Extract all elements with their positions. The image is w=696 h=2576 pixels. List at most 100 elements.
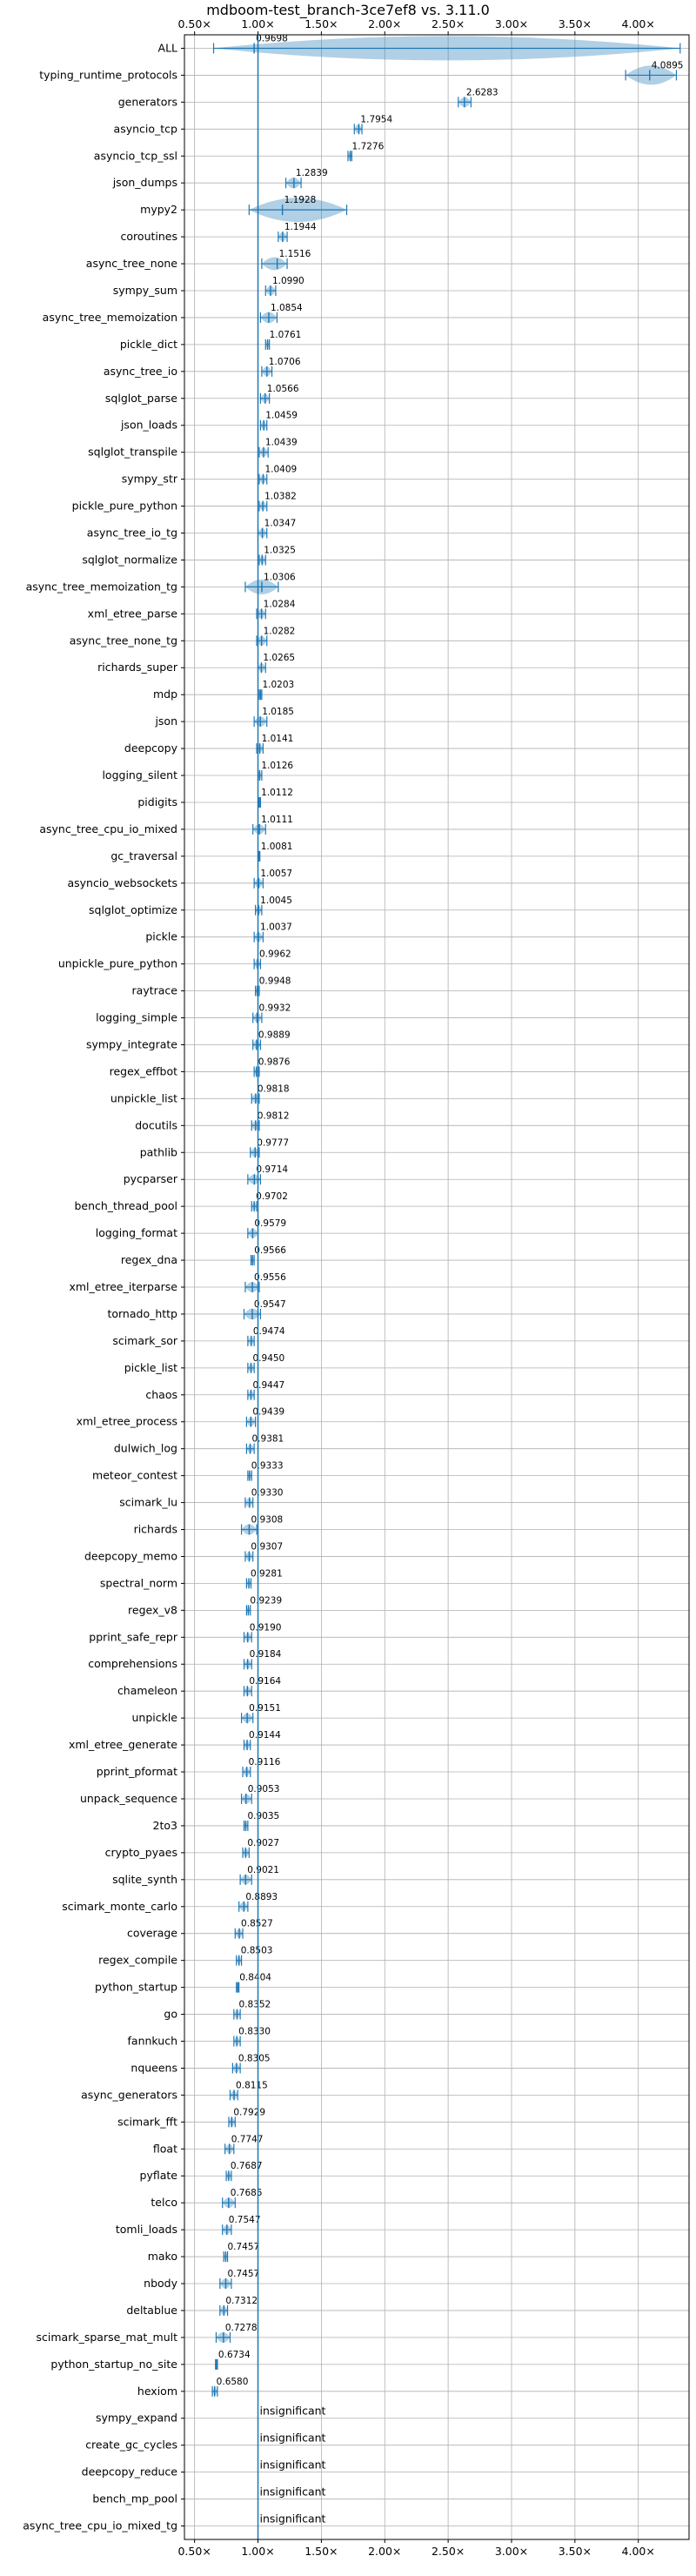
value-label: 0.9889 — [258, 1030, 291, 1040]
category-label: telco — [151, 2196, 177, 2209]
category-label: unpickle — [131, 1711, 177, 1724]
category-label: deepcopy — [124, 741, 178, 755]
category-label: ALL — [158, 41, 178, 54]
value-label: 0.6734 — [218, 2350, 251, 2360]
x-tick-label-top: 1.00× — [241, 17, 274, 30]
category-label: bench_mp_pool — [92, 2492, 177, 2506]
value-label: 0.9164 — [249, 1676, 281, 1687]
category-label: unpickle_list — [110, 1091, 177, 1104]
category-label: sqlite_synth — [112, 1873, 177, 1886]
category-label: bench_thread_pool — [74, 1199, 177, 1212]
category-label: tornado_http — [107, 1307, 177, 1320]
x-tick-label-top: 3.00× — [495, 17, 528, 30]
value-label: 1.0459 — [265, 411, 298, 421]
value-label: 1.0112 — [261, 788, 293, 798]
value-label: 0.9812 — [258, 1110, 290, 1121]
value-label: 0.7457 — [227, 2269, 259, 2279]
value-label: 0.9053 — [248, 1784, 280, 1794]
category-label: pickle — [145, 930, 177, 943]
value-label: 0.8305 — [238, 2053, 271, 2063]
category-label: comprehensions — [88, 1657, 177, 1670]
category-label: pyflate — [140, 2169, 178, 2182]
category-label: xml_etree_process — [77, 1415, 177, 1428]
value-label: 0.9702 — [256, 1191, 288, 1202]
category-label: richards — [134, 1523, 177, 1536]
category-label: scimark_sor — [112, 1334, 177, 1347]
category-label: async_tree_cpu_io_mixed — [39, 822, 177, 835]
category-label: nqueens — [130, 2061, 177, 2074]
category-label: sympy_expand — [96, 2412, 177, 2425]
value-label: 0.9027 — [247, 1838, 279, 1848]
x-tick-label-bottom: 3.00× — [495, 2545, 528, 2558]
value-label: 0.8503 — [241, 1946, 273, 1956]
category-label: typing_runtime_protocols — [39, 68, 177, 81]
category-label: mako — [148, 2250, 177, 2263]
category-label: json — [154, 714, 177, 728]
category-label: async_tree_none_tg — [70, 634, 177, 647]
value-label: 0.8527 — [241, 1919, 273, 1929]
category-label: deltablue — [126, 2304, 177, 2317]
category-label: logging_silent — [102, 768, 177, 782]
value-label: 1.0854 — [271, 303, 303, 313]
category-label: asyncio_websockets — [67, 876, 177, 889]
category-label: pidigits — [137, 795, 177, 808]
category-label: deepcopy_memo — [84, 1549, 177, 1562]
category-label: json_loads — [120, 419, 177, 432]
value-label: 0.6580 — [217, 2377, 249, 2387]
value-label: 0.7929 — [233, 2107, 265, 2117]
value-label: 0.9777 — [257, 1137, 289, 1148]
value-label: 1.0203 — [262, 680, 294, 690]
value-label: 0.9566 — [254, 1245, 286, 1256]
category-label: mdp — [153, 688, 177, 701]
x-tick-label-bottom: 2.50× — [432, 2545, 465, 2558]
category-label: python_startup — [95, 1981, 177, 1994]
category-label: gc_traversal — [110, 849, 177, 862]
category-label: async_tree_memoization — [43, 311, 177, 324]
category-label: hexiom — [137, 2385, 177, 2398]
value-label: 0.7457 — [227, 2242, 259, 2252]
value-label: 1.0306 — [264, 572, 296, 582]
x-tick-label-bottom: 0.50× — [178, 2545, 211, 2558]
category-label: regex_v8 — [128, 1603, 177, 1616]
category-label: python_startup_no_site — [50, 2358, 177, 2371]
value-label: 0.9239 — [250, 1595, 282, 1606]
category-label: go — [164, 2008, 177, 2021]
value-label: 0.8404 — [239, 1973, 271, 1983]
value-label: 0.9876 — [258, 1057, 291, 1067]
value-label: 1.0111 — [261, 815, 293, 825]
value-label: 0.8352 — [239, 2000, 271, 2010]
value-label: 1.1928 — [284, 195, 317, 205]
category-label: unpickle_pure_python — [58, 957, 177, 970]
category-label: json_dumps — [112, 176, 177, 189]
insignificant-label: insignificant — [260, 2485, 326, 2499]
category-label: async_tree_io — [104, 365, 177, 378]
value-label: 0.9818 — [258, 1083, 290, 1094]
value-label: 1.0284 — [264, 599, 296, 609]
category-label: pickle_dict — [120, 338, 177, 351]
value-label: 2.6283 — [466, 87, 499, 97]
value-label: 1.2839 — [296, 168, 328, 178]
category-label: mypy2 — [140, 203, 177, 216]
category-label: sqlglot_optimize — [89, 903, 177, 916]
category-label: logging_format — [96, 1226, 177, 1239]
category-label: sqlglot_parse — [105, 392, 177, 405]
value-label: 1.0282 — [264, 626, 296, 636]
value-label: 1.1944 — [284, 222, 317, 232]
value-label: 1.0761 — [270, 330, 302, 340]
x-tick-label-top: 4.00× — [622, 17, 655, 30]
value-label: 1.7954 — [360, 114, 392, 124]
category-label: xml_etree_iterparse — [69, 1280, 177, 1293]
value-label: 1.0185 — [262, 707, 294, 717]
category-label: scimark_lu — [119, 1496, 177, 1509]
value-label: 0.9381 — [252, 1434, 284, 1445]
x-tick-label-top: 2.00× — [368, 17, 401, 30]
value-label: 0.7278 — [225, 2323, 258, 2333]
x-tick-label-top: 1.50× — [304, 17, 338, 30]
value-label: 0.9144 — [249, 1730, 281, 1741]
category-label: coverage — [127, 1927, 177, 1940]
x-tick-label-bottom: 2.00× — [368, 2545, 401, 2558]
insignificant-label: insignificant — [260, 2432, 326, 2445]
value-label: 1.0141 — [262, 734, 294, 744]
value-label: 0.9579 — [254, 1218, 286, 1229]
x-tick-label-top: 3.50× — [559, 17, 592, 30]
